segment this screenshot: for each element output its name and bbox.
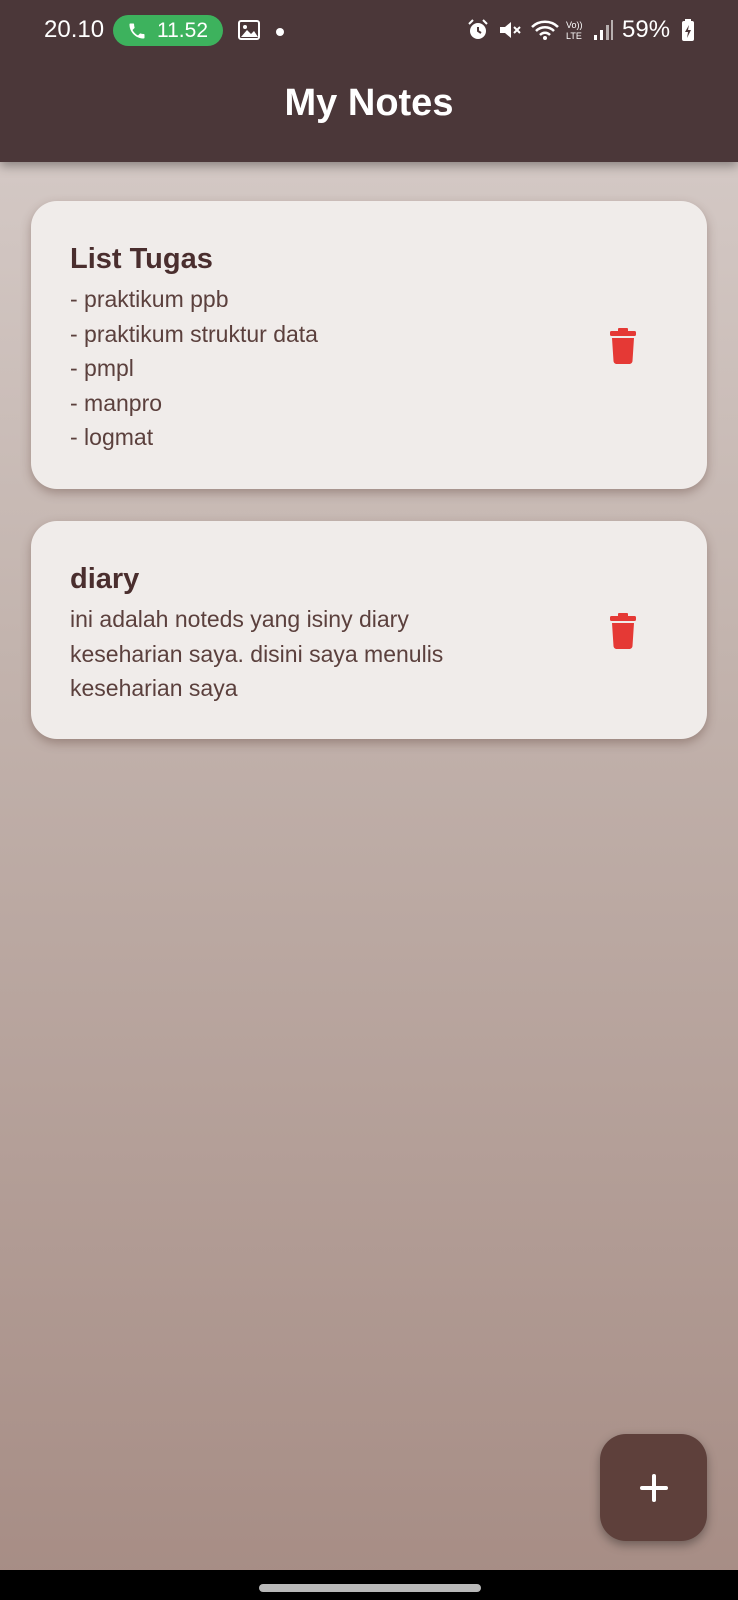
- note-card[interactable]: List Tugas - praktikum ppb - praktikum s…: [31, 201, 707, 489]
- gallery-icon: [238, 20, 260, 40]
- signal-icon: [594, 20, 613, 40]
- add-note-button[interactable]: [600, 1434, 707, 1541]
- phone-icon: [129, 23, 145, 39]
- mute-icon: [500, 22, 521, 38]
- note-card[interactable]: diary ini adalah noteds yang isiny diary…: [31, 521, 707, 739]
- delete-icon[interactable]: [610, 613, 636, 649]
- note-body: ini adalah noteds yang isiny diary keseh…: [70, 606, 444, 701]
- svg-text:Vo)): Vo)): [566, 20, 583, 30]
- app-bar: 20.10 11.52 Vo)) LTE 59% My Notes: [0, 0, 738, 162]
- note-title: List Tugas: [70, 243, 213, 275]
- note-title: diary: [70, 563, 140, 595]
- alarm-icon: [468, 19, 488, 39]
- home-handle[interactable]: [259, 1584, 481, 1592]
- delete-icon[interactable]: [610, 328, 636, 364]
- battery-icon: [682, 19, 694, 41]
- wifi-icon: [531, 20, 559, 40]
- battery-percentage: 59%: [622, 16, 671, 43]
- status-bar: 20.10 11.52 Vo)) LTE 59%: [0, 0, 738, 60]
- dot-icon: [276, 28, 284, 36]
- volte-icon: Vo)) LTE: [566, 20, 583, 41]
- ongoing-call-pill[interactable]: 11.52: [113, 15, 223, 46]
- note-body: - praktikum ppb - praktikum struktur dat…: [70, 286, 318, 450]
- call-duration: 11.52: [157, 19, 208, 42]
- page-title: My Notes: [284, 82, 454, 124]
- svg-text:LTE: LTE: [566, 31, 582, 41]
- status-time: 20.10: [44, 16, 105, 43]
